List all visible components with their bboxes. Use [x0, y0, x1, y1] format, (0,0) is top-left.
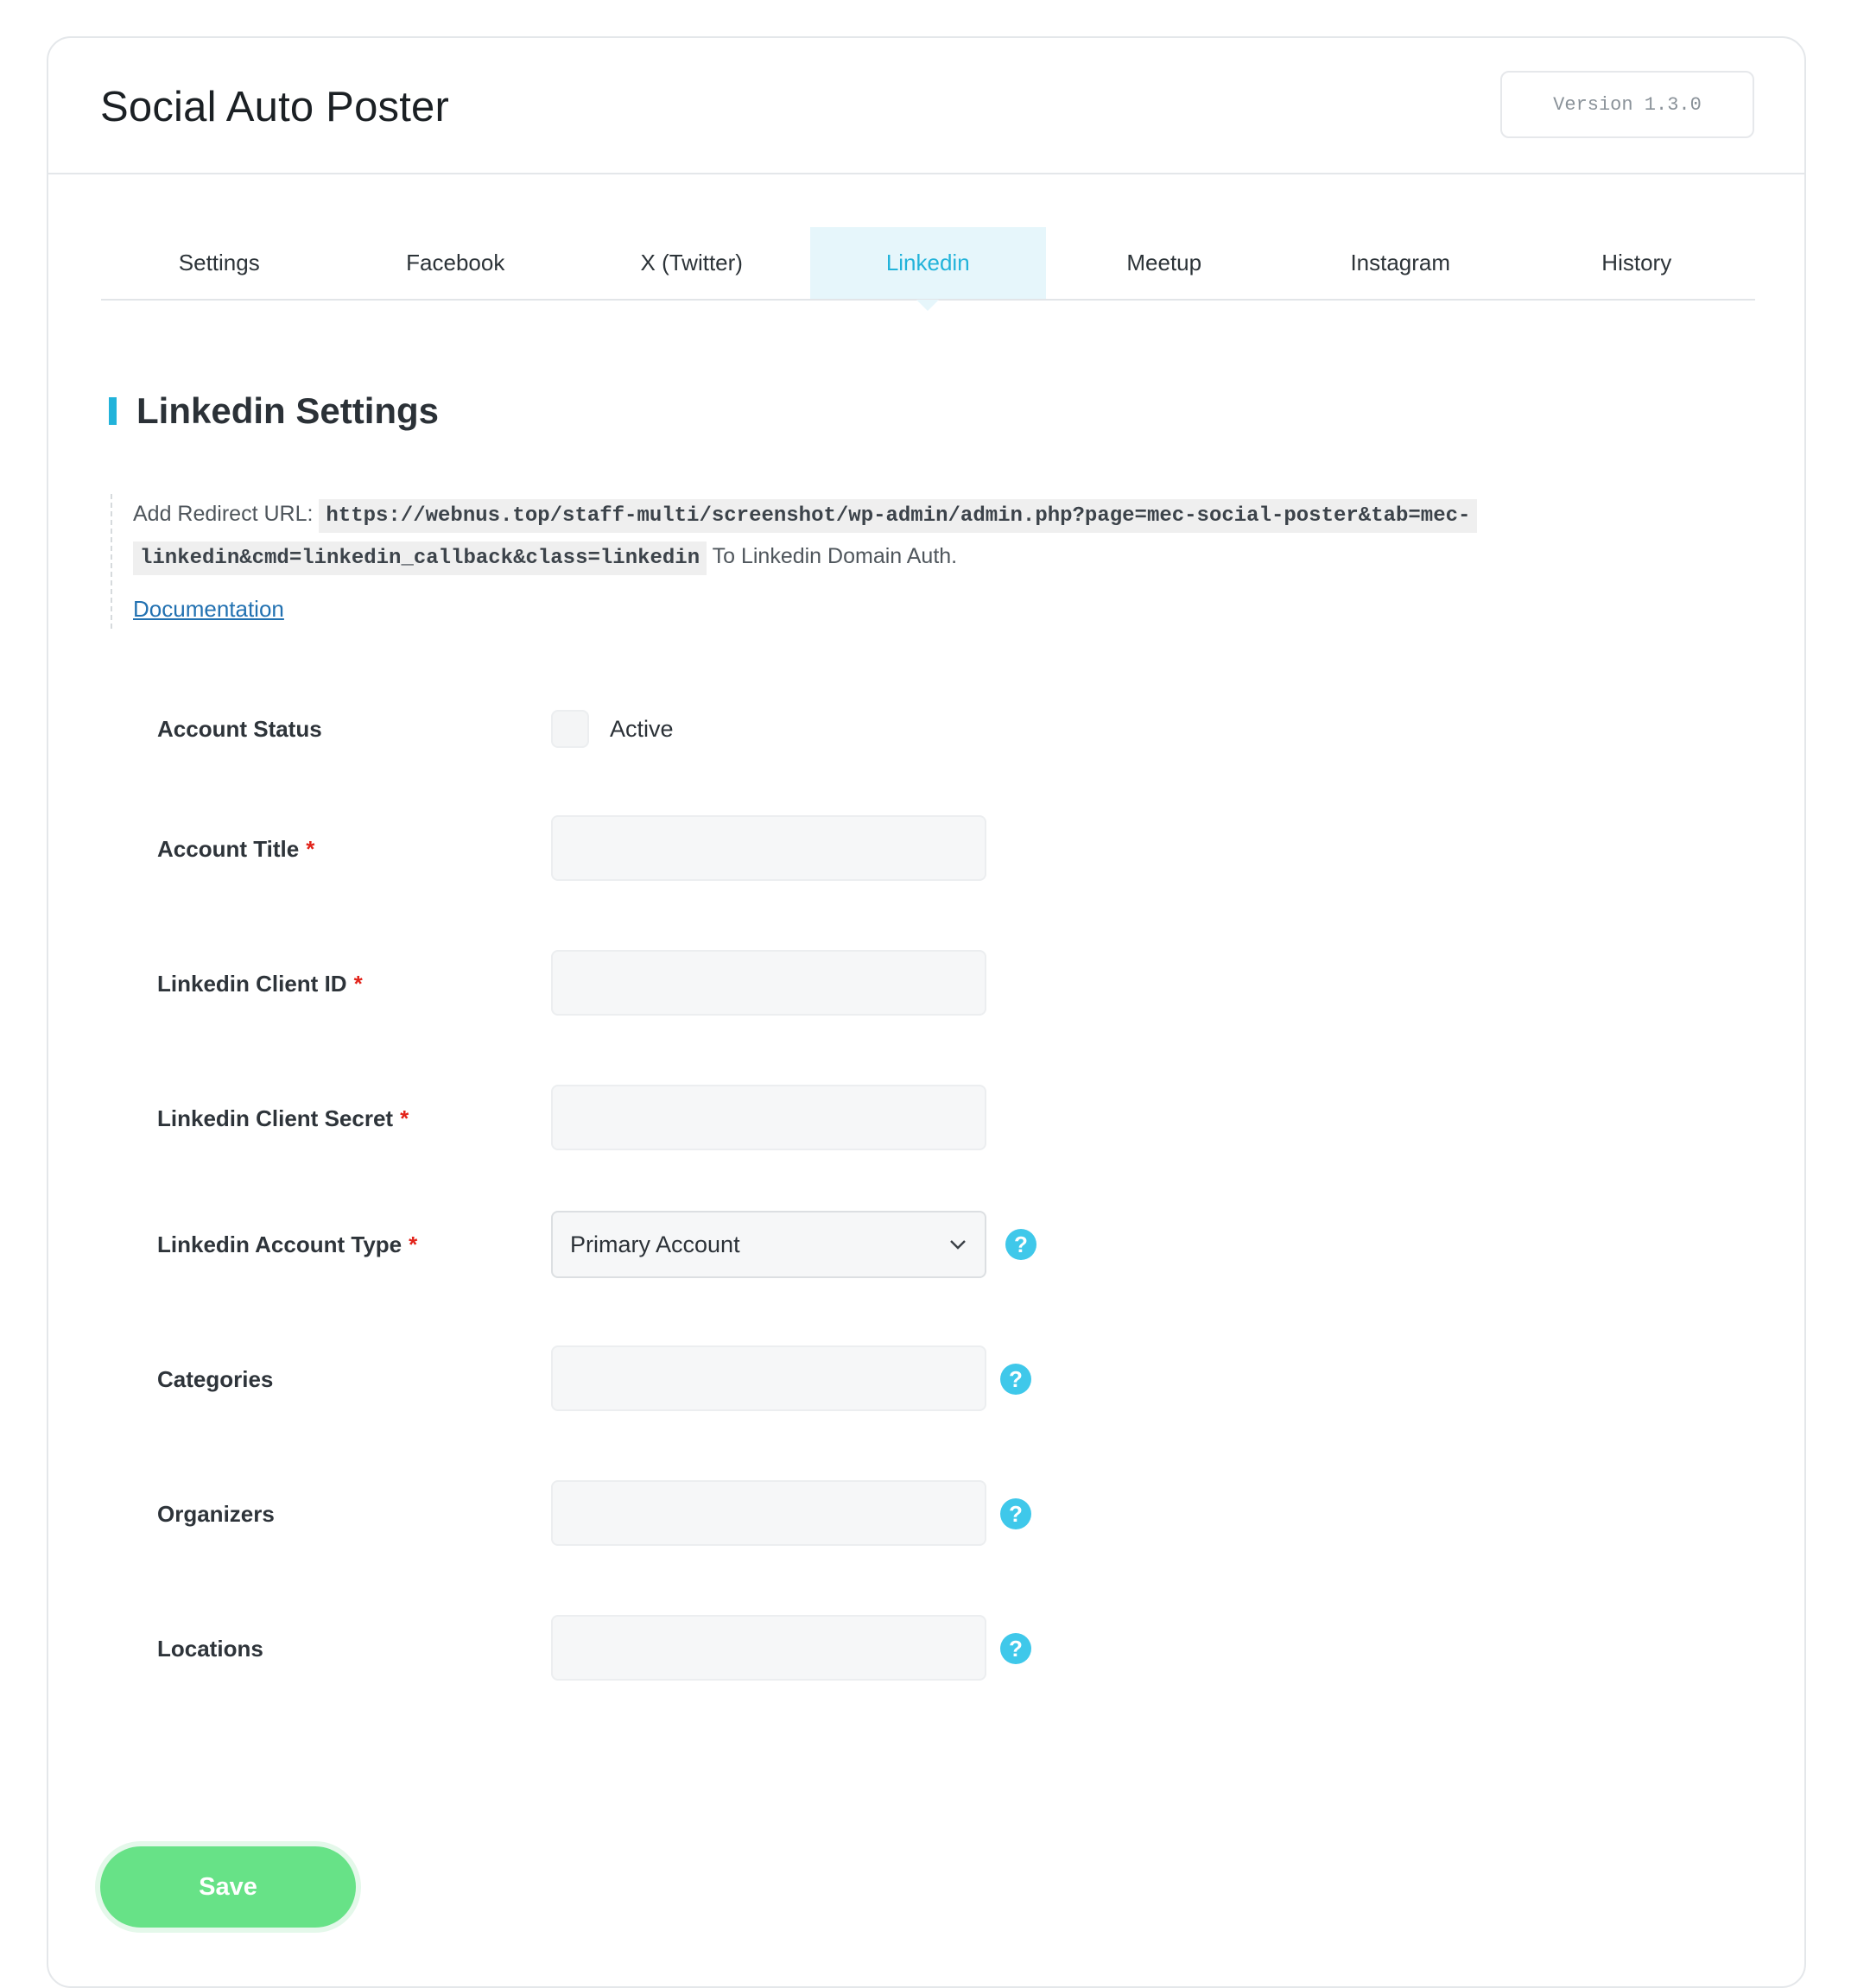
- save-button[interactable]: Save: [100, 1846, 356, 1928]
- redirect-url-part2: linkedin&cmd=linkedin_callback&class=lin…: [133, 541, 707, 575]
- page-title: Social Auto Poster: [100, 84, 449, 130]
- account-type-label: Linkedin Account Type *: [157, 1211, 417, 1278]
- account-title-input[interactable]: [551, 815, 986, 881]
- categories-row: Categories ?: [111, 1345, 1320, 1413]
- account-title-row: Account Title *: [111, 815, 1320, 883]
- account-type-select[interactable]: Primary Account: [551, 1211, 986, 1278]
- client-id-label: Linkedin Client ID *: [157, 950, 363, 1017]
- redirect-notice-text: Add Redirect URL: https://webnus.top/sta…: [133, 494, 1527, 579]
- client-secret-row: Linkedin Client Secret *: [111, 1085, 1320, 1152]
- tab-history[interactable]: History: [1518, 227, 1755, 299]
- help-icon[interactable]: ?: [1000, 1498, 1031, 1529]
- account-status-row: Account Status Active: [111, 698, 1320, 765]
- required-marker: *: [409, 1231, 418, 1257]
- tab-x-twitter[interactable]: X (Twitter): [574, 227, 810, 299]
- client-secret-label-text: Linkedin Client Secret: [157, 1105, 394, 1131]
- client-id-label-text: Linkedin Client ID: [157, 970, 347, 997]
- settings-panel: Social Auto Poster Version 1.3.0 Setting…: [47, 36, 1806, 1988]
- active-checkbox[interactable]: [551, 710, 589, 748]
- locations-label: Locations: [157, 1635, 263, 1662]
- tab-facebook[interactable]: Facebook: [338, 227, 574, 299]
- redirect-url-part1: https://webnus.top/staff-multi/screensho…: [319, 499, 1478, 533]
- client-id-row: Linkedin Client ID *: [111, 950, 1320, 1017]
- redirect-prefix: Add Redirect URL:: [133, 502, 314, 526]
- tab-settings[interactable]: Settings: [101, 227, 338, 299]
- client-secret-label: Linkedin Client Secret *: [157, 1085, 409, 1152]
- organizers-row: Organizers ?: [111, 1480, 1320, 1548]
- version-badge: Version 1.3.0: [1500, 71, 1754, 138]
- active-checkbox-label[interactable]: Active: [610, 698, 674, 760]
- section-title: Linkedin Settings: [109, 385, 439, 437]
- required-marker: *: [400, 1105, 409, 1131]
- account-title-label-text: Account Title: [157, 835, 300, 862]
- help-icon[interactable]: ?: [1000, 1364, 1031, 1395]
- account-title-label: Account Title *: [157, 815, 314, 883]
- required-marker: *: [353, 970, 363, 997]
- organizers-input[interactable]: [551, 1480, 986, 1546]
- locations-input[interactable]: [551, 1615, 986, 1681]
- page-header: Social Auto Poster Version 1.3.0: [48, 38, 1804, 174]
- tab-bar: Settings Facebook X (Twitter) Linkedin M…: [101, 227, 1755, 301]
- categories-input[interactable]: [551, 1345, 986, 1411]
- documentation-link[interactable]: Documentation: [133, 596, 284, 623]
- client-secret-input[interactable]: [551, 1085, 986, 1150]
- required-marker: *: [306, 835, 315, 862]
- tab-meetup[interactable]: Meetup: [1046, 227, 1283, 299]
- organizers-label: Organizers: [157, 1500, 275, 1527]
- account-type-selected-value: Primary Account: [570, 1231, 740, 1257]
- locations-row: Locations ?: [111, 1615, 1320, 1682]
- account-type-row: Linkedin Account Type * Primary Account …: [111, 1211, 1320, 1278]
- redirect-notice: Add Redirect URL: https://webnus.top/sta…: [111, 494, 1527, 629]
- redirect-suffix: To Linkedin Domain Auth.: [712, 544, 958, 568]
- account-type-label-text: Linkedin Account Type: [157, 1231, 403, 1257]
- chevron-down-icon: [950, 1240, 966, 1250]
- tab-instagram[interactable]: Instagram: [1283, 227, 1519, 299]
- categories-label: Categories: [157, 1365, 274, 1392]
- help-icon[interactable]: ?: [1000, 1633, 1031, 1664]
- help-icon[interactable]: ?: [1005, 1229, 1036, 1260]
- tab-linkedin[interactable]: Linkedin: [809, 227, 1046, 299]
- account-status-label: Account Status: [157, 715, 322, 742]
- client-id-input[interactable]: [551, 950, 986, 1016]
